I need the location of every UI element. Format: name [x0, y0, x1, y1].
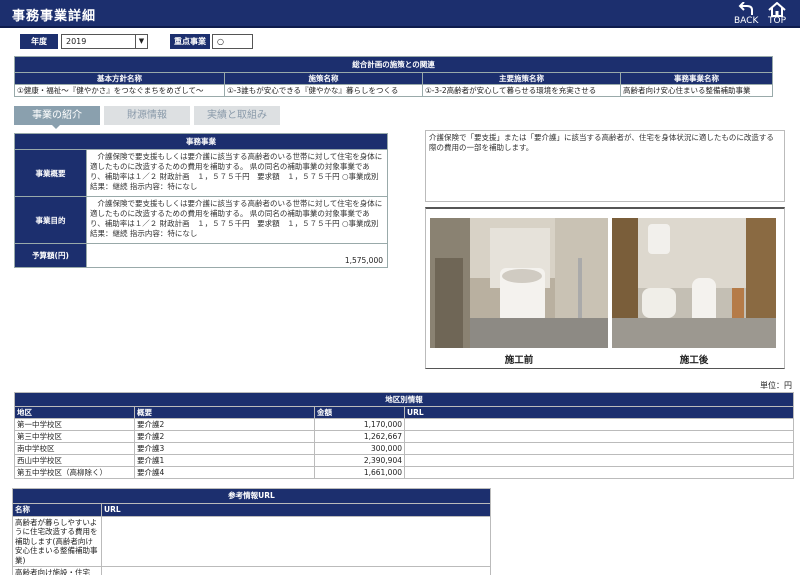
table-row: 第三中学校区 要介護2 1,262,667 [14, 430, 794, 443]
region-summary: 要介護3 [134, 442, 315, 455]
region-summary: 要介護4 [134, 466, 315, 479]
region-amount: 1,262,667 [314, 430, 405, 443]
year-select[interactable]: 2019 ▼ [61, 34, 148, 49]
region-area: 西山中学校区 [14, 454, 135, 467]
plan-cell-measure: ①-3誰もが安心できる『健やかな』暮らしをつくる [224, 84, 423, 97]
region-area: 南中学校区 [14, 442, 135, 455]
priority-label: 重点事業 [170, 34, 210, 49]
table-row: 南中学校区 要介護3 300,000 [14, 442, 794, 455]
business-table-caption: 事務事業 [14, 133, 388, 150]
business-overview-label: 事業概要 [14, 149, 87, 197]
region-url [404, 418, 794, 431]
plan-header-business: 事務事業名称 [620, 72, 773, 85]
plan-relation-table: 総合計画の施策との関連 基本方針名称 施策名称 主要施策名称 事務事業名称 ①健… [14, 56, 773, 97]
priority-field: ○ [212, 34, 253, 49]
plan-cell-policy: ①健康・福祉～『健やかさ』をつなぐまちをめざして～ [14, 84, 225, 97]
ref-name: 高齢者向け施設・住宅 [12, 566, 102, 575]
ref-url [101, 566, 491, 575]
back-arrow-icon [738, 2, 754, 15]
region-header-area: 地区 [14, 406, 135, 419]
tab-results[interactable]: 実績と取組み [194, 106, 280, 125]
business-table: 事務事業 事業概要 介護保険で要支援もしくは要介護に該当する高齢者のいる世帯に対… [14, 133, 388, 268]
unit-label: 単位：円 [760, 381, 792, 390]
region-amount: 300,000 [314, 442, 405, 455]
region-amount: 1,170,000 [314, 418, 405, 431]
region-url [404, 430, 794, 443]
region-amount: 2,390,904 [314, 454, 405, 467]
tab-introduction[interactable]: 事業の紹介 [14, 106, 100, 125]
region-summary: 要介護2 [134, 430, 315, 443]
region-area: 第五中学校区（高柳除く） [14, 466, 135, 479]
before-caption: 施工前 [504, 355, 534, 366]
year-value: 2019 [66, 37, 87, 46]
tab-finance[interactable]: 財源情報 [104, 106, 190, 125]
region-amount: 1,661,000 [314, 466, 405, 479]
table-row: 第一中学校区 要介護2 1,170,000 [14, 418, 794, 431]
back-label: BACK [734, 16, 759, 26]
year-label: 年度 [20, 34, 58, 49]
ref-table-caption: 参考情報URL [12, 488, 491, 504]
before-photo [430, 218, 608, 348]
photo-panel: 施工前 施工後 [425, 207, 785, 369]
budget-value: 1,575,000 [86, 243, 388, 268]
plan-header-measure: 施策名称 [224, 72, 423, 85]
app-header [0, 0, 800, 28]
table-row: 第五中学校区（高柳除く） 要介護4 1,661,000 [14, 466, 794, 479]
region-area: 第三中学校区 [14, 430, 135, 443]
region-header-summary: 概要 [134, 406, 315, 419]
plan-cell-main-measure: ①-3-2高齢者が安心して暮らせる環境を充実させる [422, 84, 621, 97]
table-row: 西山中学校区 要介護1 2,390,904 [14, 454, 794, 467]
region-header-amount: 金額 [314, 406, 405, 419]
page-title: 事務事業詳細 [12, 9, 97, 24]
plan-header-main-measure: 主要施策名称 [422, 72, 621, 85]
region-url [404, 466, 794, 479]
priority-value: ○ [217, 37, 224, 46]
description-box: 介護保険で「要支援」または「要介護」に該当する高齢者が、住宅を身体状況に適したも… [425, 130, 785, 202]
ref-header-url: URL [101, 503, 491, 517]
plan-header-policy: 基本方針名称 [14, 72, 225, 85]
budget-label: 予算額(円) [14, 243, 87, 268]
back-button[interactable]: BACK [734, 2, 758, 26]
top-label: TOP [767, 16, 786, 26]
chevron-down-icon: ▼ [135, 35, 147, 48]
business-overview-text: 介護保険で要支援もしくは要介護に該当する高齢者のいる世帯に対して住宅を身体に適し… [86, 149, 388, 197]
region-summary: 要介護2 [134, 418, 315, 431]
plan-table-caption: 総合計画の施策との関連 [14, 56, 773, 73]
region-area: 第一中学校区 [14, 418, 135, 431]
business-purpose-label: 事業目的 [14, 196, 87, 244]
region-table-caption: 地区別情報 [14, 392, 794, 407]
plan-cell-business: 高齢者向け安心住まいる整備補助事業 [620, 84, 773, 97]
region-header-url: URL [404, 406, 794, 419]
reference-url-table: 参考情報URL 名称 URL 高齢者が暮らしやすいように住宅改造する費用を補助し… [12, 488, 491, 575]
table-row: 高齢者向け施設・住宅 [12, 566, 491, 575]
active-tab-pointer [52, 125, 60, 129]
ref-header-name: 名称 [12, 503, 102, 517]
home-icon [768, 2, 786, 17]
region-url [404, 454, 794, 467]
ref-name: 高齢者が暮らしやすいように住宅改造する費用を補助します(高齢者向け安心住まいる整… [12, 515, 102, 567]
region-url [404, 442, 794, 455]
top-button[interactable]: TOP [767, 2, 787, 26]
table-row: 高齢者が暮らしやすいように住宅改造する費用を補助します(高齢者向け安心住まいる整… [12, 515, 491, 567]
after-photo [612, 218, 776, 348]
ref-url [101, 515, 491, 567]
after-caption: 施工後 [679, 355, 709, 366]
business-purpose-text: 介護保険で要支援もしくは要介護に該当する高齢者のいる世帯に対して住宅を身体に適し… [86, 196, 388, 244]
region-table: 地区別情報 地区 概要 金額 URL 第一中学校区 要介護2 1,170,000… [14, 392, 794, 479]
region-summary: 要介護1 [134, 454, 315, 467]
